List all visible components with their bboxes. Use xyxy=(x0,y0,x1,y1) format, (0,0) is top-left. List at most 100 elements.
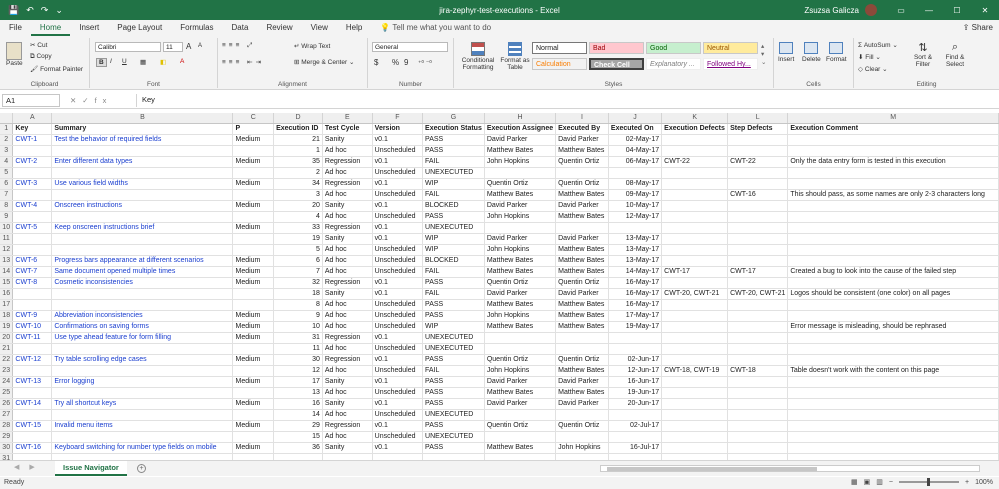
cell[interactable]: Medium xyxy=(232,442,275,454)
cell[interactable]: CWT-2 xyxy=(12,156,53,168)
minimize-icon[interactable]: — xyxy=(915,6,943,15)
cell[interactable]: WIP xyxy=(422,321,485,333)
cell[interactable]: Unscheduled xyxy=(372,431,424,443)
cell[interactable] xyxy=(555,343,609,355)
cell[interactable]: 12 xyxy=(273,365,323,377)
underline-button[interactable]: U xyxy=(122,58,127,65)
cell[interactable] xyxy=(787,277,999,289)
column-title[interactable]: Executed By xyxy=(555,123,609,135)
cell[interactable] xyxy=(727,387,789,399)
cell[interactable]: Ad hoc xyxy=(322,189,373,201)
cell[interactable]: CWT-5 xyxy=(12,222,53,234)
cell[interactable] xyxy=(51,288,234,300)
cell[interactable] xyxy=(232,288,275,300)
page-layout-view-icon[interactable]: ▣ xyxy=(864,478,871,486)
cell[interactable]: 02-Jul-17 xyxy=(608,420,663,432)
cell[interactable] xyxy=(12,211,53,223)
cell[interactable]: Quentin Ortiz xyxy=(484,277,557,289)
cell[interactable]: 32 xyxy=(273,277,323,289)
cell[interactable] xyxy=(727,244,789,256)
cell[interactable]: Ad hoc xyxy=(322,431,373,443)
cell[interactable] xyxy=(12,233,53,245)
cell[interactable] xyxy=(232,211,275,223)
cell[interactable]: FAIL xyxy=(422,189,485,201)
save-icon[interactable]: 💾 xyxy=(8,5,19,16)
row-header[interactable]: 3 xyxy=(0,145,14,157)
cell[interactable] xyxy=(51,167,234,179)
column-header-h[interactable]: H xyxy=(484,113,557,124)
cell[interactable]: PASS xyxy=(422,145,485,157)
tab-formulas[interactable]: Formulas xyxy=(171,20,222,36)
cell[interactable]: Unscheduled xyxy=(372,365,424,377)
cell[interactable] xyxy=(787,343,999,355)
zoom-out-icon[interactable]: − xyxy=(889,479,893,486)
cell[interactable] xyxy=(727,332,789,344)
cell[interactable] xyxy=(12,288,53,300)
function-icon[interactable]: fx xyxy=(95,96,113,105)
cell[interactable] xyxy=(661,244,729,256)
cell[interactable]: v0.1 xyxy=(372,288,424,300)
cell[interactable]: UNEXECUTED xyxy=(422,222,485,234)
format-painter-button[interactable]: 🖌 Format Painter xyxy=(30,65,83,73)
cell[interactable] xyxy=(484,222,557,234)
grow-font-button[interactable]: A xyxy=(186,42,191,51)
cell[interactable]: 19 xyxy=(273,233,323,245)
row-header[interactable]: 25 xyxy=(0,387,14,399)
close-icon[interactable]: ✕ xyxy=(971,6,999,15)
tell-me-search[interactable]: 💡 Tell me what you want to do xyxy=(371,20,500,36)
column-title[interactable]: Execution Status xyxy=(422,123,485,135)
cell[interactable]: Unscheduled xyxy=(372,167,424,179)
cell[interactable]: Regression xyxy=(322,156,373,168)
cell[interactable] xyxy=(661,431,729,443)
cell[interactable] xyxy=(484,332,557,344)
cell[interactable]: 16-May-17 xyxy=(608,299,663,311)
cell[interactable]: CWT-9 xyxy=(12,310,53,322)
cell[interactable] xyxy=(727,299,789,311)
column-header-j[interactable]: J xyxy=(608,113,663,124)
cell[interactable]: Sanity xyxy=(322,288,373,300)
cell[interactable]: Ad hoc xyxy=(322,145,373,157)
style-check-cell[interactable]: Check Cell xyxy=(589,58,644,70)
cell[interactable]: Medium xyxy=(232,332,275,344)
cell[interactable]: Medium xyxy=(232,222,275,234)
row-header[interactable]: 24 xyxy=(0,376,14,388)
row-header[interactable]: 19 xyxy=(0,321,14,333)
tab-page-layout[interactable]: Page Layout xyxy=(108,20,171,36)
cell[interactable] xyxy=(12,409,53,421)
cell[interactable] xyxy=(12,343,53,355)
cell[interactable]: Unscheduled xyxy=(372,255,424,267)
row-header[interactable]: 10 xyxy=(0,222,14,234)
cell[interactable]: CWT-6 xyxy=(12,255,53,267)
cell[interactable]: Medium xyxy=(232,310,275,322)
cell[interactable]: CWT-13 xyxy=(12,376,53,388)
cell[interactable] xyxy=(661,200,729,212)
cell[interactable] xyxy=(51,365,234,377)
cell[interactable]: John Hopkins xyxy=(555,442,609,454)
cell[interactable]: Sanity xyxy=(322,200,373,212)
cell[interactable] xyxy=(787,420,999,432)
cell[interactable]: Medium xyxy=(232,134,275,146)
cell[interactable]: Quentin Ortiz xyxy=(555,420,609,432)
cell[interactable]: 13-May-17 xyxy=(608,255,663,267)
cell[interactable]: Matthew Bates xyxy=(555,145,609,157)
cell[interactable]: Medium xyxy=(232,420,275,432)
cell[interactable]: 17 xyxy=(273,376,323,388)
cell[interactable] xyxy=(787,354,999,366)
cell[interactable] xyxy=(555,332,609,344)
cell[interactable] xyxy=(51,244,234,256)
row-header[interactable]: 16 xyxy=(0,288,14,300)
row-header[interactable]: 12 xyxy=(0,244,14,256)
cell[interactable]: Quentin Ortiz xyxy=(484,178,557,190)
column-header-l[interactable]: L xyxy=(727,113,789,124)
cell[interactable]: CWT-17 xyxy=(727,266,789,278)
cell[interactable] xyxy=(727,211,789,223)
row-header[interactable]: 28 xyxy=(0,420,14,432)
cell[interactable]: 3 xyxy=(273,189,323,201)
cell[interactable] xyxy=(661,354,729,366)
cell[interactable]: Unscheduled xyxy=(372,266,424,278)
tab-review[interactable]: Review xyxy=(257,20,301,36)
cell[interactable] xyxy=(727,255,789,267)
cell[interactable] xyxy=(727,277,789,289)
cell[interactable]: Regression xyxy=(322,178,373,190)
cell[interactable]: Sanity xyxy=(322,134,373,146)
